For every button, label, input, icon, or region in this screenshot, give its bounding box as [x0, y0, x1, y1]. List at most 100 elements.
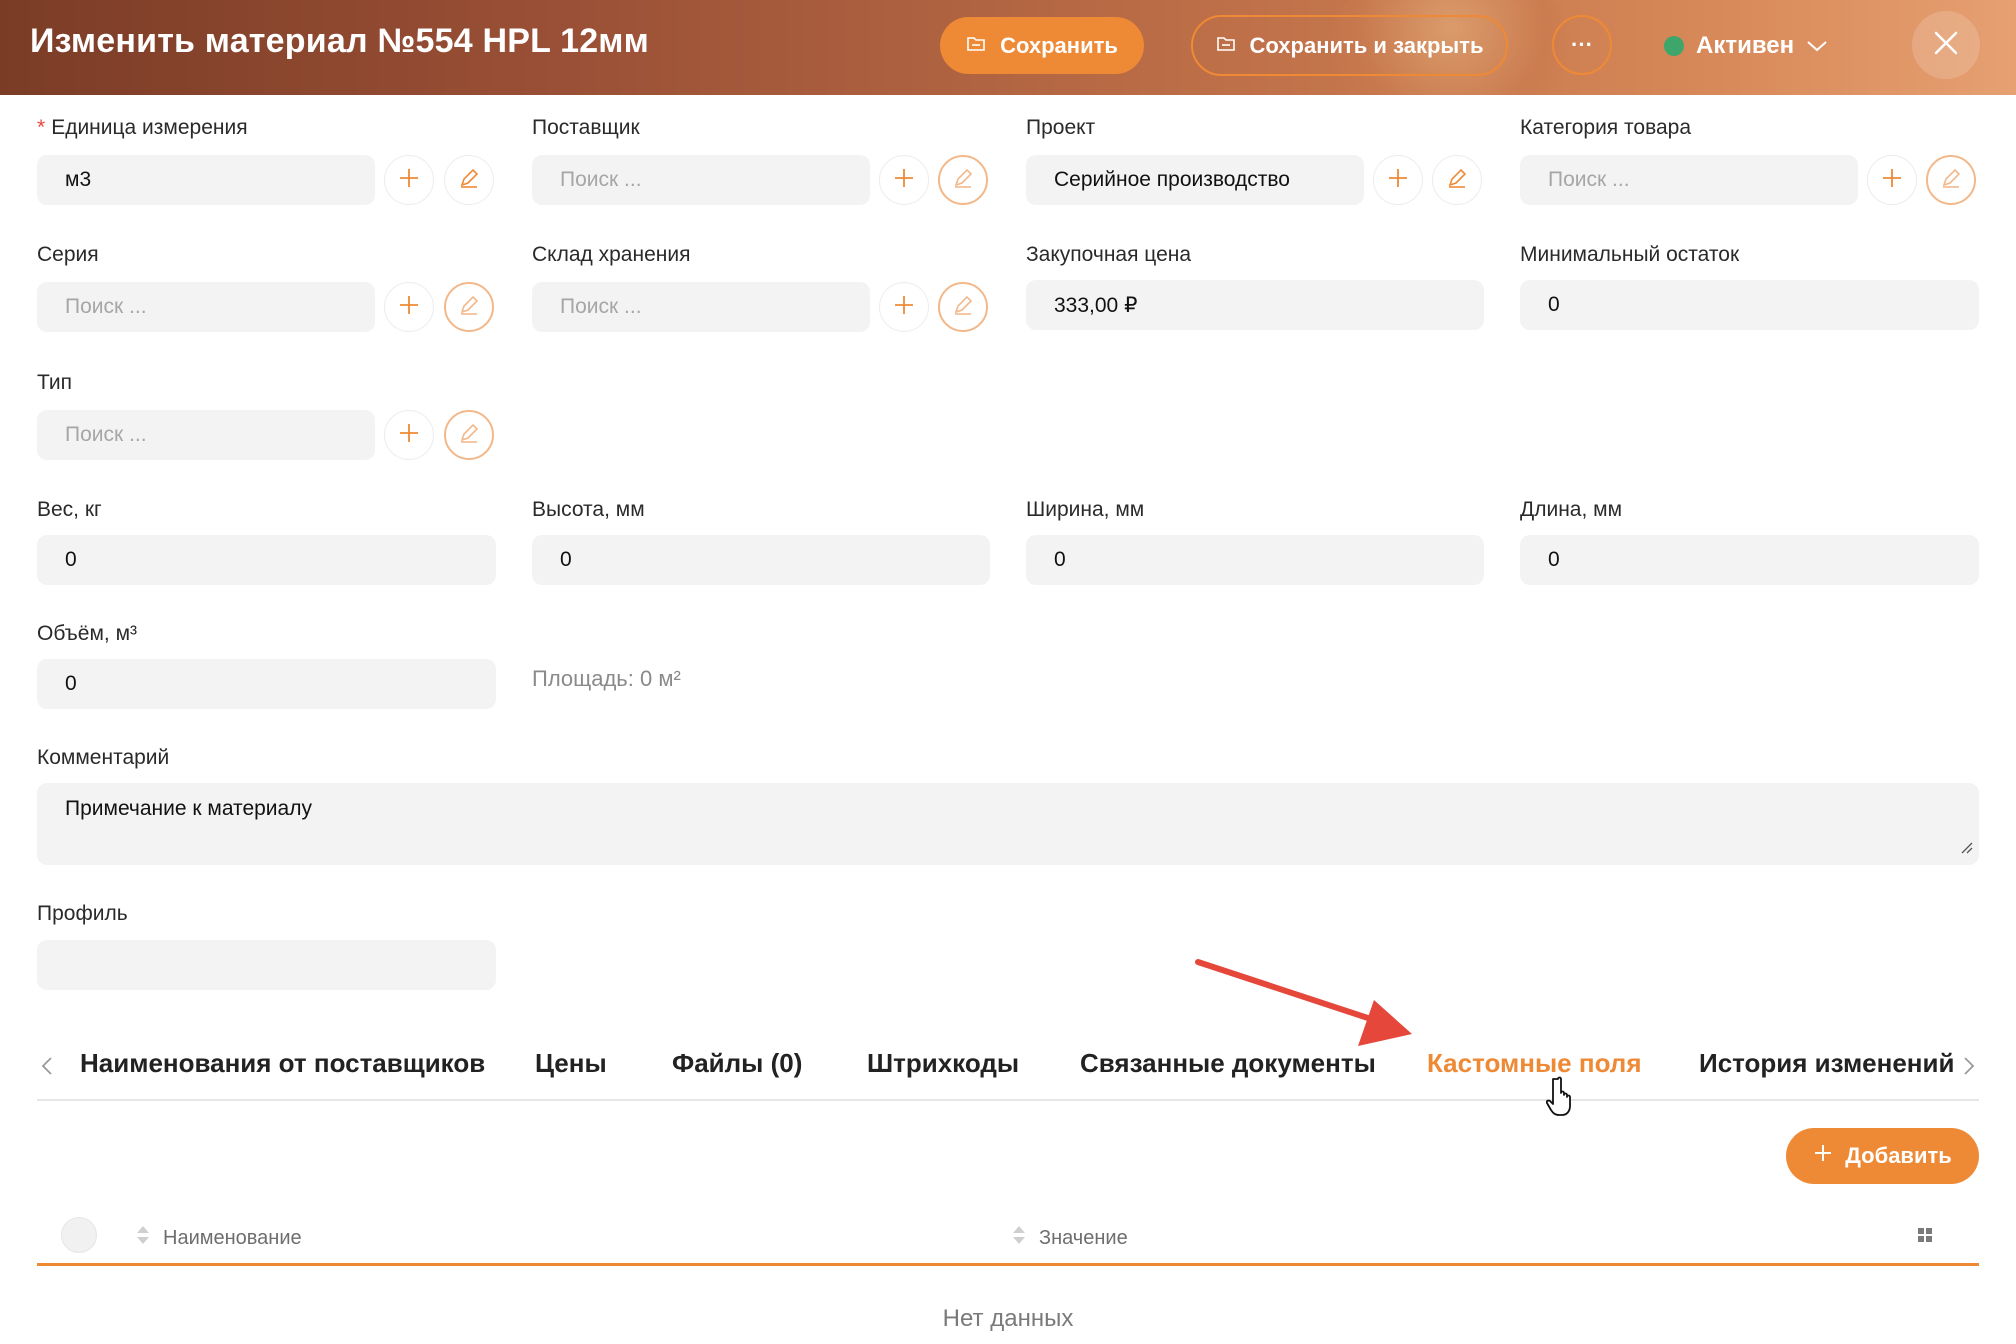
comment-label: Комментарий: [37, 746, 170, 769]
tab-related-documents[interactable]: Связанные документы: [1080, 1048, 1376, 1079]
height-field[interactable]: 0: [532, 535, 990, 585]
add-custom-field-button[interactable]: Добавить: [1786, 1128, 1979, 1184]
save-button-label: Сохранить: [1000, 32, 1118, 58]
plus-icon: [398, 167, 420, 194]
tab-barcodes[interactable]: Штрихкоды: [867, 1048, 1019, 1079]
save-and-close-label: Сохранить и закрыть: [1249, 32, 1484, 58]
tab-prices[interactable]: Цены: [535, 1048, 607, 1079]
annotation-arrow-icon: [1195, 959, 1412, 1046]
series-label: Серия: [37, 243, 99, 266]
status-dot: [1664, 36, 1684, 56]
hand-cursor-icon: [1546, 1076, 1571, 1116]
supplier-add-button[interactable]: [879, 155, 929, 205]
project-add-button[interactable]: [1373, 155, 1423, 205]
category-edit-button[interactable]: [1926, 155, 1976, 205]
plus-icon: [893, 294, 915, 321]
close-button[interactable]: [1912, 11, 1980, 79]
pencil-icon: [1446, 167, 1468, 194]
length-label: Длина, мм: [1520, 498, 1623, 521]
tab-change-history[interactable]: История изменений: [1699, 1048, 1954, 1079]
type-edit-button[interactable]: [444, 410, 494, 460]
category-search-input[interactable]: Поиск ...: [1520, 155, 1858, 205]
status-label: Активен: [1696, 32, 1795, 59]
unit-label: * Единица измерения: [37, 116, 248, 139]
column-header-label: Наименование: [163, 1226, 302, 1249]
type-add-button[interactable]: [384, 410, 434, 460]
plus-icon: [1387, 167, 1409, 194]
weight-field[interactable]: 0: [37, 535, 496, 585]
min-stock-label: Минимальный остаток: [1520, 243, 1740, 266]
sort-icon: [135, 1224, 151, 1252]
tab-files[interactable]: Файлы (0): [672, 1048, 802, 1079]
volume-label: Объём, м³: [37, 622, 138, 645]
volume-field[interactable]: 0: [37, 659, 496, 709]
supplier-search-input[interactable]: Поиск ...: [532, 155, 870, 205]
warehouse-add-button[interactable]: [879, 282, 929, 332]
column-header-label: Значение: [1039, 1226, 1128, 1249]
plus-icon: [398, 294, 420, 321]
resize-handle-icon[interactable]: [1959, 836, 1973, 860]
category-add-button[interactable]: [1867, 155, 1917, 205]
project-edit-button[interactable]: [1432, 155, 1482, 205]
close-icon: [1933, 30, 1959, 61]
pencil-icon: [952, 167, 974, 194]
pencil-icon: [1940, 167, 1962, 194]
plus-icon: [893, 167, 915, 194]
more-actions-button[interactable]: ···: [1552, 15, 1612, 75]
profile-label: Профиль: [37, 902, 128, 925]
chevron-down-icon: [1806, 32, 1828, 60]
pencil-icon: [458, 294, 480, 321]
plus-icon: [398, 422, 420, 449]
tab-supplier-names[interactable]: Наименования от поставщиков: [80, 1048, 485, 1079]
status-dropdown[interactable]: Активен: [1664, 26, 1828, 66]
more-icon: ···: [1571, 32, 1593, 57]
save-and-close-button[interactable]: Сохранить и закрыть: [1191, 15, 1508, 76]
comment-textarea[interactable]: Примечание к материалу: [37, 783, 1979, 865]
pencil-icon: [952, 294, 974, 321]
warehouse-edit-button[interactable]: [938, 282, 988, 332]
unit-edit-button[interactable]: [444, 155, 494, 205]
purchase-price-label: Закупочная цена: [1026, 243, 1192, 266]
supplier-edit-button[interactable]: [938, 155, 988, 205]
length-field[interactable]: 0: [1520, 535, 1979, 585]
series-edit-button[interactable]: [444, 282, 494, 332]
min-stock-field[interactable]: 0: [1520, 280, 1979, 330]
project-field[interactable]: Серийное производство: [1026, 155, 1364, 205]
warehouse-search-input[interactable]: Поиск ...: [532, 282, 870, 332]
unit-field[interactable]: м3: [37, 155, 375, 205]
profile-field[interactable]: [37, 940, 496, 990]
sort-icon: [1011, 1224, 1027, 1252]
folder-icon: [966, 33, 986, 59]
unit-add-button[interactable]: [384, 155, 434, 205]
empty-state-text: Нет данных: [942, 1305, 1074, 1332]
area-readout: Площадь: 0 м²: [532, 666, 681, 691]
warehouse-label: Склад хранения: [532, 243, 691, 266]
comment-text: Примечание к материалу: [65, 797, 312, 820]
pencil-icon: [458, 422, 480, 449]
width-label: Ширина, мм: [1026, 498, 1145, 521]
project-label: Проект: [1026, 116, 1096, 139]
select-all-checkbox[interactable]: [61, 1217, 97, 1253]
tabs-scroll-left-icon[interactable]: [40, 1055, 54, 1082]
pencil-icon: [458, 167, 480, 194]
purchase-price-field[interactable]: 333,00 ₽: [1026, 280, 1484, 330]
tabs-divider: [37, 1099, 1979, 1101]
folder-icon: [1216, 33, 1236, 59]
tab-custom-fields[interactable]: Кастомные поля: [1427, 1048, 1642, 1079]
page-title: Изменить материал №554 HPL 12мм: [30, 22, 650, 60]
plus-icon: [1813, 1143, 1833, 1169]
series-search-input[interactable]: Поиск ...: [37, 282, 375, 332]
column-header-value[interactable]: Значение: [1011, 1224, 1128, 1252]
add-button-label: Добавить: [1845, 1143, 1952, 1168]
save-button[interactable]: Сохранить: [940, 17, 1144, 74]
dialog-header: Изменить материал №554 HPL 12мм Сохранит…: [0, 0, 2016, 95]
tabs-scroll-right-icon[interactable]: [1962, 1055, 1976, 1082]
type-search-input[interactable]: Поиск ...: [37, 410, 375, 460]
width-field[interactable]: 0: [1026, 535, 1484, 585]
category-label: Категория товара: [1520, 116, 1692, 139]
column-settings-grid-icon[interactable]: [1917, 1227, 1933, 1248]
column-header-name[interactable]: Наименование: [135, 1224, 302, 1252]
required-marker: *: [37, 116, 46, 139]
series-add-button[interactable]: [384, 282, 434, 332]
supplier-label: Поставщик: [532, 116, 640, 139]
